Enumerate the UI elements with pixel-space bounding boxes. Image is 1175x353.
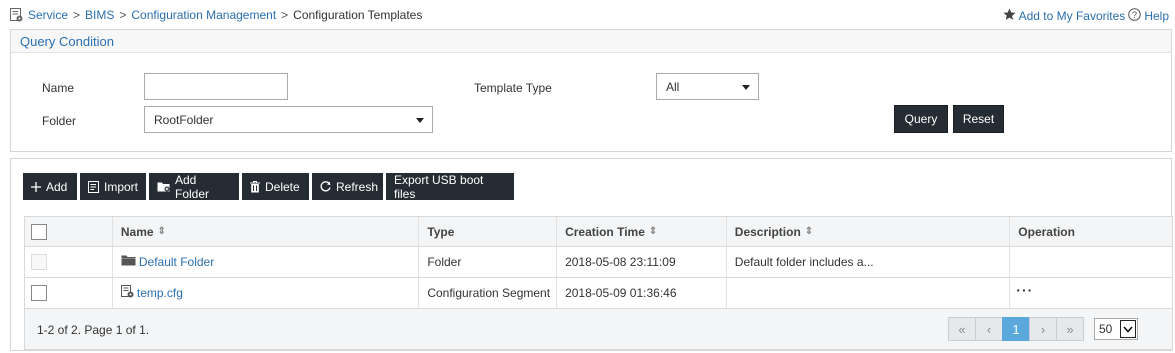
template-type-select[interactable]: All [656,73,759,100]
header-operation-label: Operation [1018,224,1075,239]
chevron-down-icon [1120,320,1136,338]
pagination-summary: 1-2 of 2. Page 1 of 1. [37,323,150,337]
import-button-label: Import [104,179,139,194]
sort-icon[interactable]: ⇕ [158,226,166,237]
pagination: « ‹ 1 › » [948,317,1084,341]
folder-name-link[interactable]: Default Folder [139,255,214,269]
import-icon [88,180,99,193]
header-description[interactable]: Description ⇕ [727,217,1011,246]
folder-label: Folder [42,114,77,128]
header-creation-time-label: Creation Time [565,224,645,239]
breadcrumb-separator: > [73,8,81,22]
header-name[interactable]: Name ⇕ [113,217,420,246]
breadcrumb-separator: > [119,8,127,22]
top-actions: Add to My Favorites ? Help [1002,8,1169,24]
creation-time-cell: 2018-05-08 23:11:09 [557,247,727,277]
header-select-cell [25,217,113,246]
templates-table: Name ⇕ Type Creation Time ⇕ Description … [24,216,1173,350]
description-cell: Default folder includes a... [727,247,1011,277]
name-cell: Default Folder [113,247,420,277]
type-cell: Folder [419,247,558,277]
delete-button-label: Delete [265,179,300,194]
service-icon [10,8,23,22]
delete-button[interactable]: Delete [242,173,309,200]
file-name-link[interactable]: temp.cfg [137,286,183,300]
table-row: temp.cfg Configuration Segment 2018-05-0… [25,278,1172,309]
row-select-cell [25,278,113,308]
operation-cell: ··· [1010,278,1172,308]
help-link[interactable]: Help [1144,9,1169,23]
header-operation: Operation [1010,217,1172,246]
header-creation-time[interactable]: Creation Time ⇕ [557,217,727,246]
refresh-button[interactable]: Refresh [312,173,383,200]
plus-icon [31,181,41,192]
page-size-value: 50 [1099,322,1113,336]
add-folder-button-label: Add Folder [175,172,210,201]
breadcrumb-bims[interactable]: BIMS [85,8,114,22]
type-cell: Configuration Segment [419,278,558,308]
help-icon[interactable]: ? [1128,8,1142,24]
header-description-label: Description [734,224,801,239]
add-button[interactable]: Add [23,173,77,200]
add-folder-button[interactable]: Add Folder [149,172,239,201]
operation-cell [1010,247,1172,277]
table-row: Default Folder Folder 2018-05-08 23:11:0… [25,247,1172,278]
breadcrumb-configuration-management[interactable]: Configuration Management [131,8,276,22]
more-actions-icon[interactable]: ··· [1016,282,1033,298]
page-size-select[interactable]: 50 [1094,318,1138,340]
config-file-icon [120,285,134,301]
first-page-button[interactable]: « [948,317,976,341]
breadcrumb: Service > BIMS > Configuration Managemen… [10,8,422,22]
row-checkbox[interactable] [31,285,47,301]
header-name-label: Name [120,224,154,239]
creation-time-cell: 2018-05-09 01:36:46 [557,278,727,308]
add-button-label: Add [46,179,68,194]
trash-icon [250,180,260,193]
folder-add-icon [157,181,170,192]
name-input[interactable] [144,73,288,100]
breadcrumb-separator: > [281,8,289,22]
import-button[interactable]: Import [80,173,146,200]
caret-down-icon [742,85,750,90]
svg-text:?: ? [1132,10,1137,20]
next-page-button[interactable]: › [1029,317,1057,341]
page-button-current[interactable]: 1 [1002,317,1030,341]
row-select-cell [25,247,113,277]
name-label: Name [42,81,75,95]
header-type: Type [419,217,558,246]
breadcrumb-service[interactable]: Service [28,8,68,22]
caret-down-icon [416,118,424,123]
top-bar: Service > BIMS > Configuration Managemen… [0,0,1175,30]
description-cell [727,278,1011,308]
reset-button[interactable]: Reset [953,105,1004,133]
sort-icon[interactable]: ⇕ [805,226,813,237]
query-button[interactable]: Query [894,105,948,133]
folder-icon [121,255,136,269]
header-type-label: Type [427,224,455,239]
data-panel: Add Import Add Folder Delete Refresh Exp… [10,158,1173,351]
query-panel: Query Condition Name Template Type All F… [10,29,1172,152]
export-usb-boot-files-button[interactable]: Export USB boot files [386,173,514,201]
name-cell: temp.cfg [113,278,420,308]
folder-select[interactable]: RootFolder [144,106,433,133]
query-panel-title[interactable]: Query Condition [11,30,1171,53]
breadcrumb-current: Configuration Templates [293,8,423,22]
last-page-button[interactable]: » [1056,317,1084,341]
table-header: Name ⇕ Type Creation Time ⇕ Description … [25,217,1172,247]
star-icon[interactable] [1002,8,1016,24]
table-footer: 1-2 of 2. Page 1 of 1. « ‹ 1 › » 50 [25,309,1172,349]
folder-value: RootFolder [154,113,214,127]
row-checkbox [31,254,47,270]
select-all-checkbox[interactable] [31,223,47,240]
template-type-value: All [666,80,680,94]
refresh-icon [320,181,331,192]
add-to-favorites-link[interactable]: Add to My Favorites [1019,9,1126,23]
sort-icon[interactable]: ⇕ [649,226,657,237]
template-type-label: Template Type [474,81,552,95]
toolbar: Add Import Add Folder Delete Refresh Exp… [23,172,514,201]
refresh-button-label: Refresh [336,179,379,194]
previous-page-button[interactable]: ‹ [975,317,1003,341]
